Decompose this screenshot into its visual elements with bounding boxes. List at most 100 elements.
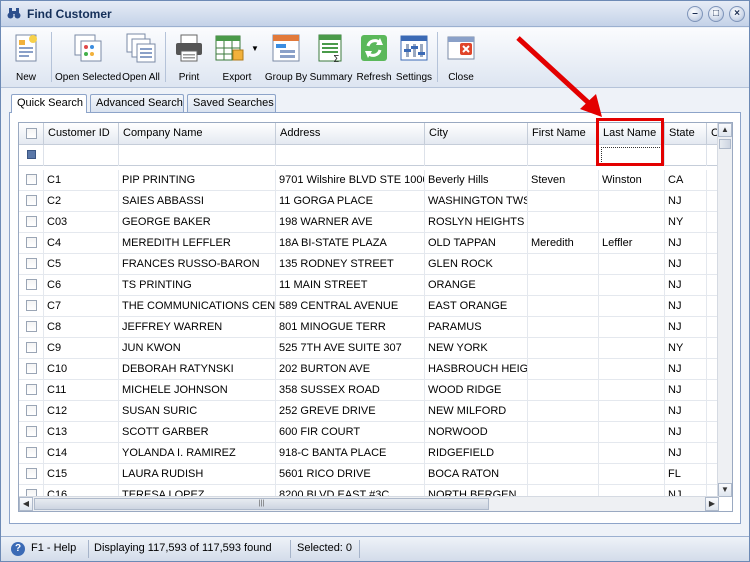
find-customer-window: Find Customer – □ × New Open Selected Op… — [0, 0, 750, 562]
scroll-up-icon[interactable]: ▲ — [718, 123, 732, 137]
cell-address: 600 FIR COURT — [276, 422, 425, 443]
row-checkbox[interactable] — [26, 279, 37, 290]
cell-first-name — [528, 212, 599, 233]
open-all-button[interactable]: Open All — [121, 32, 161, 84]
cell-company-name: JEFFREY WARREN — [119, 317, 276, 338]
maximize-button[interactable]: □ — [708, 6, 724, 22]
filter-cell-4[interactable] — [528, 145, 599, 166]
cell-first-name: Meredith — [528, 233, 599, 254]
close-window-button[interactable]: × — [729, 6, 745, 22]
cell-last-name: Leffler — [599, 233, 665, 254]
table-row[interactable]: C13 SCOTT GARBER 600 FIR COURT NORWOOD NJ — [19, 422, 719, 443]
cell-state: NJ — [665, 359, 707, 380]
cell-first-name — [528, 443, 599, 464]
table-row[interactable]: C2 SAIES ABBASSI 11 GORGA PLACE WASHINGTON … — [19, 191, 719, 212]
scroll-right-icon[interactable]: ▶ — [705, 497, 719, 511]
table-row[interactable]: C10 DEBORAH RATYNSKI 202 BURTON AVE HASBROU… — [19, 359, 719, 380]
row-checkbox[interactable] — [26, 405, 37, 416]
cell-company-name: YOLANDA I. RAMIREZ — [119, 443, 276, 464]
table-row[interactable]: C1 PIP PRINTING 9701 Wilshire BLVD STE 100… — [19, 170, 719, 191]
row-checkbox[interactable] — [26, 342, 37, 353]
tab-saved-searches[interactable]: Saved Searches — [187, 94, 276, 112]
cell-last-name — [599, 380, 665, 401]
group-by-button[interactable]: Group By — [263, 32, 309, 84]
cell-last-name — [599, 254, 665, 275]
close-button[interactable]: Close — [441, 32, 481, 84]
status-separator — [88, 540, 89, 558]
settings-button[interactable]: Settings — [395, 32, 433, 84]
column-header-4[interactable]: First Name — [528, 123, 599, 145]
scroll-left-icon[interactable]: ◀ — [19, 497, 33, 511]
column-header-3[interactable]: City — [425, 123, 528, 145]
table-row[interactable]: C5 FRANCES RUSSO-BARON 135 RODNEY STREET GL… — [19, 254, 719, 275]
print-button[interactable]: Print — [169, 32, 209, 84]
horizontal-scrollbar[interactable]: ◀ ||| ▶ — [19, 496, 719, 511]
table-row[interactable]: C9 JUN KWON 525 7TH AVE SUITE 307 NEW YORK N… — [19, 338, 719, 359]
tab-advanced-search[interactable]: Advanced Search — [90, 94, 184, 112]
cell-first-name — [528, 464, 599, 485]
column-header-1[interactable]: Company Name — [119, 123, 276, 145]
table-row[interactable]: C03 GEORGE BAKER 198 WARNER AVE ROSLYN HEIG… — [19, 212, 719, 233]
filter-cell-2[interactable] — [276, 145, 425, 166]
filter-cell-1[interactable] — [119, 145, 276, 166]
chevron-down-icon[interactable]: ▼ — [251, 44, 259, 53]
cell-state: NJ — [665, 254, 707, 275]
cell-state: NJ — [665, 275, 707, 296]
open-selected-button[interactable]: Open Selected — [55, 32, 121, 84]
refresh-button[interactable]: Refresh — [353, 32, 395, 84]
row-checkbox[interactable] — [26, 195, 37, 206]
column-header-2[interactable]: Address — [276, 123, 425, 145]
row-checkbox[interactable] — [26, 237, 37, 248]
export-label: Export — [222, 72, 252, 83]
row-checkbox[interactable] — [26, 321, 37, 332]
cell-customer-id: C6 — [44, 275, 119, 296]
export-button[interactable]: ▼ Export — [211, 32, 263, 84]
status-separator — [290, 540, 291, 558]
refresh-label: Refresh — [356, 72, 392, 83]
table-row[interactable]: C8 JEFFREY WARREN 801 MINOGUE TERR PARAMUS N… — [19, 317, 719, 338]
table-row[interactable]: C14 YOLANDA I. RAMIREZ 918-C BANTA PLACE RI… — [19, 443, 719, 464]
table-row[interactable]: C12 SUSAN SURIC 252 GREVE DRIVE NEW MILFORD… — [19, 401, 719, 422]
row-checkbox[interactable] — [26, 384, 37, 395]
table-row[interactable]: C15 LAURA RUDISH 5601 RICO DRIVE BOCA RATON… — [19, 464, 719, 485]
row-checkbox[interactable] — [26, 174, 37, 185]
row-select-cell — [19, 170, 44, 191]
row-checkbox[interactable] — [26, 447, 37, 458]
row-checkbox[interactable] — [26, 468, 37, 479]
select-all-checkbox[interactable] — [26, 128, 37, 139]
cell-state: NJ — [665, 401, 707, 422]
table-row[interactable]: C11 MICHELE JOHNSON 358 SUSSEX ROAD WOOD RI… — [19, 380, 719, 401]
title-bar[interactable]: Find Customer – □ × — [1, 1, 749, 27]
open-selected-label: Open Selected — [55, 72, 122, 83]
cell-customer-id: C14 — [44, 443, 119, 464]
column-header-6[interactable]: State — [665, 123, 707, 145]
horizontal-scroll-thumb[interactable]: ||| — [34, 498, 489, 510]
table-row[interactable]: C7THE COMMUNICATIONS CENTER589 CENTRAL A… — [19, 296, 719, 317]
table-row[interactable]: C6 TS PRINTING 11 MAIN STREET ORANGE NJ — [19, 275, 719, 296]
tab-quick-search[interactable]: Quick Search — [11, 94, 87, 113]
row-checkbox[interactable] — [26, 258, 37, 269]
scroll-down-icon[interactable]: ▼ — [718, 483, 732, 497]
row-checkbox[interactable] — [26, 216, 37, 227]
summary-button[interactable]: Σ Summary — [309, 32, 353, 84]
table-row[interactable]: C4 MEREDITH LEFFLER 18A BI-STATE PLAZA OLD … — [19, 233, 719, 254]
column-header-0[interactable]: Customer ID — [44, 123, 119, 145]
vertical-scroll-thumb[interactable] — [719, 139, 731, 149]
filter-cell-0[interactable] — [44, 145, 119, 166]
cell-address: 198 WARNER AVE — [276, 212, 425, 233]
row-select-cell — [19, 233, 44, 254]
row-checkbox[interactable] — [26, 426, 37, 437]
filter-cell-3[interactable] — [425, 145, 528, 166]
row-select-cell — [19, 317, 44, 338]
filter-cell-6[interactable] — [665, 145, 707, 166]
row-checkbox[interactable] — [26, 363, 37, 374]
cell-city: NEW YORK — [425, 338, 528, 359]
minimize-button[interactable]: – — [687, 6, 703, 22]
cell-company-name: GEORGE BAKER — [119, 212, 276, 233]
row-checkbox[interactable] — [26, 300, 37, 311]
cell-last-name — [599, 359, 665, 380]
vertical-scrollbar[interactable]: ▲ ▼ — [717, 123, 732, 497]
new-button[interactable]: New — [5, 32, 47, 84]
displaying-count: Displaying 117,593 of 117,593 found — [94, 542, 272, 554]
filter-row-indicator — [19, 145, 44, 166]
